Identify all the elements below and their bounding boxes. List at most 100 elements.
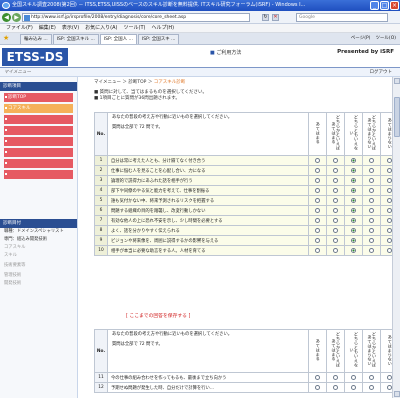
- mymenu-link[interactable]: マイメニュー: [4, 69, 31, 75]
- answer-radio[interactable]: [369, 237, 374, 243]
- sidebar-item-3[interactable]: [4, 115, 73, 124]
- answer-radio[interactable]: [351, 217, 356, 223]
- stop-icon[interactable]: ✕: [272, 14, 279, 21]
- answer-radio[interactable]: [351, 237, 356, 243]
- menu-tools[interactable]: ツール(T): [124, 24, 146, 32]
- answer-radio[interactable]: [333, 227, 338, 233]
- tab-2[interactable]: ISP: 全国スキル ...: [52, 34, 99, 44]
- question-row: 4 部下や同僚のやる気と能力を考えて、仕事を割振る: [94, 185, 399, 196]
- answer-radio[interactable]: [369, 197, 374, 203]
- answer-radio[interactable]: [351, 177, 356, 183]
- breadcrumb-mymenu[interactable]: マイメニュー: [94, 80, 121, 85]
- scroll-up-icon[interactable]: [394, 78, 400, 84]
- answer-radio[interactable]: [351, 197, 356, 203]
- answer-radio[interactable]: [351, 227, 356, 233]
- breadcrumb-top[interactable]: 診断TOP: [128, 80, 146, 85]
- answer-radio[interactable]: [315, 207, 320, 213]
- answer-radio[interactable]: [315, 227, 320, 233]
- tab-1[interactable]: 輪み込み ...: [20, 34, 52, 44]
- tools-menu[interactable]: ツール(O): [375, 34, 396, 44]
- answer-radio[interactable]: [369, 157, 374, 163]
- favorites-star-icon[interactable]: ★: [3, 35, 10, 42]
- answer-radio[interactable]: [315, 217, 320, 223]
- sidebar-item-6[interactable]: [4, 148, 73, 157]
- sidebar-item-4[interactable]: [4, 126, 73, 135]
- save-answers-link[interactable]: [ ここまでの回答を保存する ]: [126, 312, 190, 319]
- question-text: よく、話を分かりやすく伝えられる: [107, 225, 309, 236]
- back-icon[interactable]: ◀: [2, 13, 11, 22]
- sidebar-item-8[interactable]: [4, 170, 73, 179]
- answer-radio[interactable]: [369, 207, 374, 213]
- close-button[interactable]: ×: [390, 1, 399, 10]
- answer-radio[interactable]: [315, 247, 320, 253]
- sidebar-item-core-skill[interactable]: コアスキル: [4, 104, 73, 113]
- answer-radio[interactable]: [315, 197, 320, 203]
- refresh-icon[interactable]: ↻: [262, 14, 269, 21]
- answer-radio[interactable]: [315, 167, 320, 173]
- scroll-thumb[interactable]: [394, 97, 400, 137]
- menu-help[interactable]: ヘルプ(H): [151, 24, 174, 32]
- answer-radio[interactable]: [369, 187, 374, 193]
- sidebar-item-top[interactable]: 診断TOP: [4, 93, 73, 102]
- answer-radio[interactable]: [333, 217, 338, 223]
- scroll-down-icon[interactable]: [394, 391, 400, 397]
- answer-radio[interactable]: [315, 177, 320, 183]
- answer-radio[interactable]: [369, 167, 374, 173]
- answer-radio[interactable]: [315, 237, 320, 243]
- sidebar-info-row: 管理技術: [4, 273, 22, 278]
- maximize-button[interactable]: □: [380, 1, 389, 10]
- page-menu[interactable]: ページ(P): [351, 34, 371, 44]
- answer-radio[interactable]: [333, 167, 338, 173]
- column-no: No.: [94, 329, 108, 373]
- answer-radio[interactable]: [351, 167, 356, 173]
- usage-link[interactable]: ■ ご利用方法: [210, 49, 241, 56]
- answer-radio[interactable]: [333, 187, 338, 193]
- answer-radio[interactable]: [333, 177, 338, 183]
- answer-radio[interactable]: [315, 374, 320, 380]
- answer-radio[interactable]: [369, 247, 374, 253]
- breadcrumb: マイメニュー ＞ 診断TOP ＞ コアスキル診断: [94, 80, 186, 85]
- answer-radio[interactable]: [333, 247, 338, 253]
- answer-radio[interactable]: [351, 384, 356, 390]
- navigation-bar: ◀ ▶ http://www.isrf.jp/irsprofile/2008/e…: [0, 11, 400, 24]
- answer-radio[interactable]: [333, 157, 338, 163]
- answer-radio[interactable]: [333, 237, 338, 243]
- answer-radio[interactable]: [315, 187, 320, 193]
- address-input[interactable]: http://www.isrf.jp/irsprofile/2008/entry…: [22, 13, 250, 22]
- menu-file[interactable]: ファイル(F): [6, 24, 33, 32]
- answer-radio[interactable]: [333, 207, 338, 213]
- sidebar-item-5[interactable]: [4, 137, 73, 146]
- scrollbar[interactable]: [392, 77, 400, 398]
- answer-radio[interactable]: [333, 197, 338, 203]
- question-row: 12 予期せぬ問題が発生した時、自分だけで計算を行い...: [94, 382, 399, 393]
- answer-radio[interactable]: [369, 217, 374, 223]
- menu-edit[interactable]: 編集(E): [39, 24, 56, 32]
- answer-radio[interactable]: [333, 374, 338, 380]
- answer-radio[interactable]: [351, 157, 356, 163]
- answer-radio[interactable]: [369, 384, 374, 390]
- question-prompt: あなたの普段の考え方や行動に近いものを選択してください。 質問は全部で 72 問…: [107, 329, 309, 373]
- answer-radio[interactable]: [369, 177, 374, 183]
- tab-3[interactable]: ISP: 全国人 ...: [99, 34, 137, 44]
- etss-ds-logo[interactable]: ETSS-DS: [2, 48, 68, 66]
- answer-radio[interactable]: [333, 384, 338, 390]
- answer-radio[interactable]: [369, 227, 374, 233]
- forward-icon[interactable]: ▶: [12, 13, 21, 22]
- sidebar-item-7[interactable]: [4, 159, 73, 168]
- answer-radio[interactable]: [315, 157, 320, 163]
- question-number: 4: [94, 185, 108, 196]
- answer-radio[interactable]: [369, 374, 374, 380]
- answer-radio[interactable]: [351, 247, 356, 253]
- logout-link[interactable]: ログアウト: [370, 69, 393, 75]
- answer-radio[interactable]: [351, 374, 356, 380]
- tab-4[interactable]: ISP: 全国スキ ...: [137, 34, 180, 44]
- question-number: 11: [94, 372, 108, 383]
- option-header: どちらかといえばあてはまる: [331, 115, 342, 151]
- minimize-button[interactable]: _: [370, 1, 379, 10]
- search-input[interactable]: Google: [296, 13, 388, 22]
- answer-radio[interactable]: [315, 384, 320, 390]
- menu-view[interactable]: 表示(V): [62, 24, 79, 32]
- answer-radio[interactable]: [351, 187, 356, 193]
- answer-radio[interactable]: [351, 207, 356, 213]
- menu-favorites[interactable]: お気に入り(A): [85, 24, 117, 32]
